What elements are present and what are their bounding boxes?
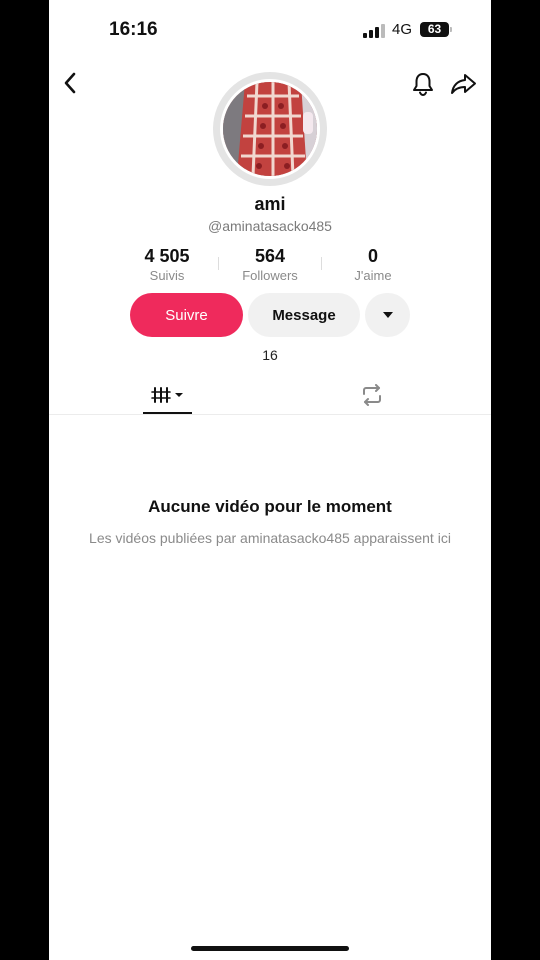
bell-icon bbox=[413, 73, 433, 97]
more-options-button[interactable] bbox=[365, 293, 410, 337]
stat-likes[interactable]: 0 J'aime bbox=[323, 246, 423, 283]
stat-followers[interactable]: 564 Followers bbox=[220, 246, 320, 283]
avatar-photo bbox=[223, 82, 317, 176]
repost-icon bbox=[363, 384, 381, 406]
battery-icon: 63 bbox=[420, 22, 449, 37]
video-count: 16 bbox=[262, 347, 278, 363]
videos-grid-icon bbox=[151, 387, 183, 403]
share-arrow-icon bbox=[451, 74, 476, 94]
home-indicator[interactable] bbox=[191, 946, 349, 951]
tab-videos[interactable] bbox=[143, 376, 193, 414]
stat-followers-label: Followers bbox=[242, 268, 298, 283]
network-type: 4G bbox=[392, 21, 413, 38]
display-name: ami bbox=[254, 194, 286, 214]
avatar-ring[interactable] bbox=[213, 72, 327, 186]
profile-screen: 16:16 4G 63 ami @aminatasacko485 4 505 S… bbox=[49, 0, 491, 960]
message-button[interactable]: Message bbox=[248, 293, 360, 337]
tab-reposts[interactable] bbox=[349, 376, 395, 414]
empty-state-subtitle: Les vidéos publiées par aminatasacko485 … bbox=[89, 530, 451, 546]
share-button[interactable] bbox=[449, 70, 479, 98]
stat-following[interactable]: 4 505 Suivis bbox=[117, 246, 217, 283]
stat-divider bbox=[321, 257, 322, 270]
chevron-left-icon bbox=[64, 72, 76, 94]
stat-following-value: 4 505 bbox=[144, 246, 190, 266]
stat-likes-value: 0 bbox=[367, 246, 378, 266]
caret-down-icon bbox=[382, 312, 393, 318]
empty-state-title: Aucune vidéo pour le moment bbox=[148, 497, 392, 516]
stat-following-label: Suivis bbox=[149, 268, 185, 283]
tabs-divider bbox=[49, 414, 491, 415]
notification-button[interactable] bbox=[409, 70, 437, 98]
follow-button[interactable]: Suivre bbox=[130, 293, 243, 337]
back-button[interactable] bbox=[57, 70, 83, 96]
username: @aminatasacko485 bbox=[208, 218, 332, 234]
status-time: 16:16 bbox=[109, 19, 158, 40]
avatar bbox=[220, 79, 320, 179]
signal-icon bbox=[363, 24, 385, 38]
stat-likes-label: J'aime bbox=[354, 268, 392, 283]
stat-divider bbox=[218, 257, 219, 270]
battery-cap bbox=[450, 27, 452, 32]
stat-followers-value: 564 bbox=[254, 246, 286, 266]
